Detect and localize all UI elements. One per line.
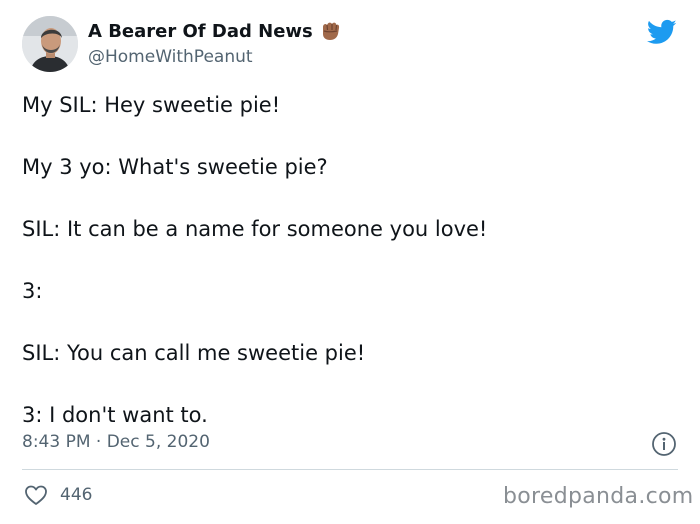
- display-name[interactable]: A Bearer Of Dad News: [88, 21, 313, 42]
- twitter-bird-icon[interactable]: [645, 17, 679, 47]
- like-count: 446: [60, 485, 93, 505]
- author-name-row: A Bearer Of Dad News: [88, 20, 341, 42]
- tweet-line: 3:: [22, 279, 43, 303]
- raised-fist-icon: [319, 20, 341, 42]
- tweet-line: My SIL: Hey sweetie pie!: [22, 93, 281, 117]
- watermark: boredpanda.com: [503, 484, 694, 509]
- tweet-line: 3: I don't want to.: [22, 403, 208, 427]
- heart-icon[interactable]: [24, 484, 48, 506]
- tweet-card: A Bearer Of Dad News @HomeWithPeanut My …: [0, 0, 700, 524]
- tweet-line: My 3 yo: What's sweetie pie?: [22, 155, 328, 179]
- avatar-photo: [22, 16, 78, 72]
- avatar[interactable]: [22, 16, 78, 72]
- tweet-line: SIL: You can call me sweetie pie!: [22, 341, 366, 365]
- tweet-line: SIL: It can be a name for someone you lo…: [22, 217, 488, 241]
- tweet-timestamp[interactable]: 8:43 PM · Dec 5, 2020: [22, 432, 210, 452]
- author-handle[interactable]: @HomeWithPeanut: [88, 47, 253, 67]
- info-icon[interactable]: [651, 431, 677, 457]
- tweet-body: My SIL: Hey sweetie pie! My 3 yo: What's…: [22, 90, 487, 462]
- divider: [22, 469, 678, 470]
